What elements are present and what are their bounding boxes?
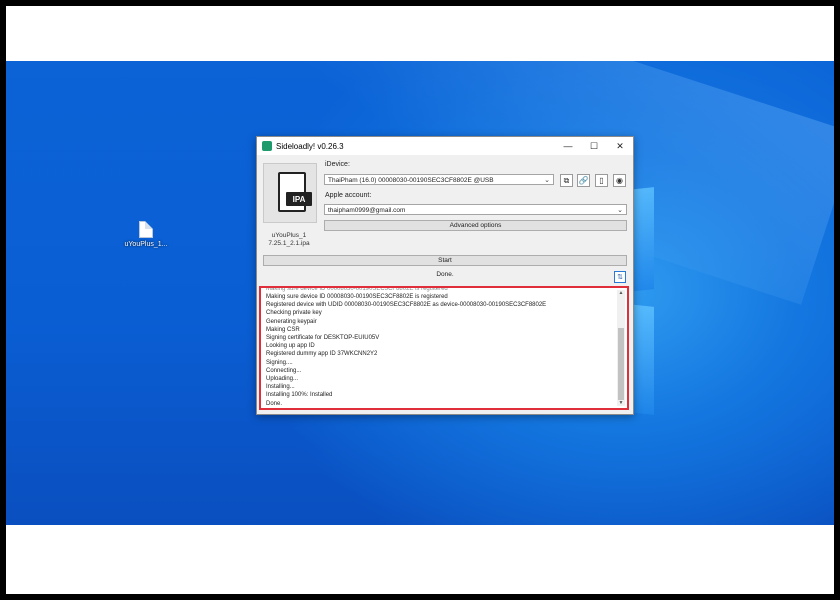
- file-icon: [139, 221, 153, 238]
- log-line: Looking up app ID: [266, 343, 315, 350]
- advanced-options-button[interactable]: Advanced options: [324, 220, 627, 231]
- log-line: Making CSR: [266, 326, 300, 333]
- ipa-filename: uYouPlus_1 7.25.1_2.1.ipa: [257, 232, 321, 248]
- phone-icon[interactable]: ▯: [595, 174, 608, 187]
- log-line: Connecting...: [266, 367, 302, 374]
- log-line-partial: Making sure device ID 00008030-00190SEC3…: [266, 286, 448, 292]
- scroll-down-icon[interactable]: ▼: [617, 400, 625, 406]
- log-scrollbar[interactable]: ▲ ▼: [617, 290, 625, 406]
- ipa-filename-line2: 7.25.1_2.1.ipa: [268, 240, 310, 247]
- log-panel[interactable]: Making sure device ID 00008030-00190SEC3…: [259, 286, 629, 410]
- log-line: Signing....: [266, 359, 293, 366]
- minimize-button[interactable]: —: [555, 137, 581, 155]
- log-line: Signing certificate for DESKTOP-EUIU05V: [266, 335, 380, 342]
- idevice-select[interactable]: ThaiPham (16.0) 00008030-00190SEC3CF8802…: [324, 174, 554, 185]
- idevice-value: ThaiPham (16.0) 00008030-00190SEC3CF8802…: [328, 177, 494, 184]
- scrollbar-thumb[interactable]: [618, 328, 624, 400]
- sort-toggle-icon[interactable]: ⇅: [614, 271, 626, 283]
- desktop-file-label: uYouPlus_1...: [124, 241, 168, 248]
- sideloadly-window: Sideloadly! v0.26.3 — ☐ ✕ IPA uYouPlus_1…: [256, 136, 634, 415]
- eye-hidden-icon[interactable]: ◉: [613, 174, 626, 187]
- window-title: Sideloadly! v0.26.3: [276, 141, 344, 151]
- ipa-filename-line1: uYouPlus_1: [271, 232, 307, 239]
- maximize-button[interactable]: ☐: [581, 137, 607, 155]
- log-line: Making sure device ID 00008030-00190SEC3…: [266, 294, 448, 300]
- chevron-down-icon: ⌄: [544, 177, 550, 184]
- log-line: Uploading...: [266, 376, 299, 383]
- log-line: Done.: [266, 400, 283, 407]
- apple-account-value: thaipham0999@gmail.com: [328, 207, 406, 214]
- copy-icon[interactable]: ⧉: [560, 174, 573, 187]
- chevron-down-icon: ⌄: [617, 207, 623, 214]
- idevice-label: iDevice:: [325, 161, 350, 168]
- link-icon[interactable]: 🔗: [577, 174, 590, 187]
- log-line: Installing...: [266, 384, 295, 391]
- log-line: Registered device with UDID 00008030-001…: [266, 302, 547, 309]
- app-icon: [262, 141, 272, 151]
- title-bar[interactable]: Sideloadly! v0.26.3 — ☐ ✕: [257, 137, 633, 155]
- apple-account-label: Apple account:: [325, 192, 372, 199]
- log-line: Checking private key: [266, 310, 322, 317]
- log-line: Registered dummy app ID 37WKCNN2Y2: [266, 351, 378, 358]
- desktop-ipa-file[interactable]: uYouPlus_1...: [111, 221, 181, 248]
- scroll-up-icon[interactable]: ▲: [617, 290, 625, 296]
- log-line: Generating keypair: [266, 318, 317, 325]
- ipa-drop-area[interactable]: IPA: [263, 163, 317, 223]
- log-lines: Making sure device ID 00008030-00190SEC3…: [266, 286, 547, 408]
- apple-account-select[interactable]: thaipham0999@gmail.com ⌄: [324, 204, 627, 215]
- start-button[interactable]: Start: [263, 255, 627, 266]
- close-button[interactable]: ✕: [607, 137, 633, 155]
- status-text: Done.: [436, 271, 454, 278]
- log-line: Installing 100%: Installed: [266, 392, 333, 399]
- ipa-badge: IPA: [286, 192, 312, 206]
